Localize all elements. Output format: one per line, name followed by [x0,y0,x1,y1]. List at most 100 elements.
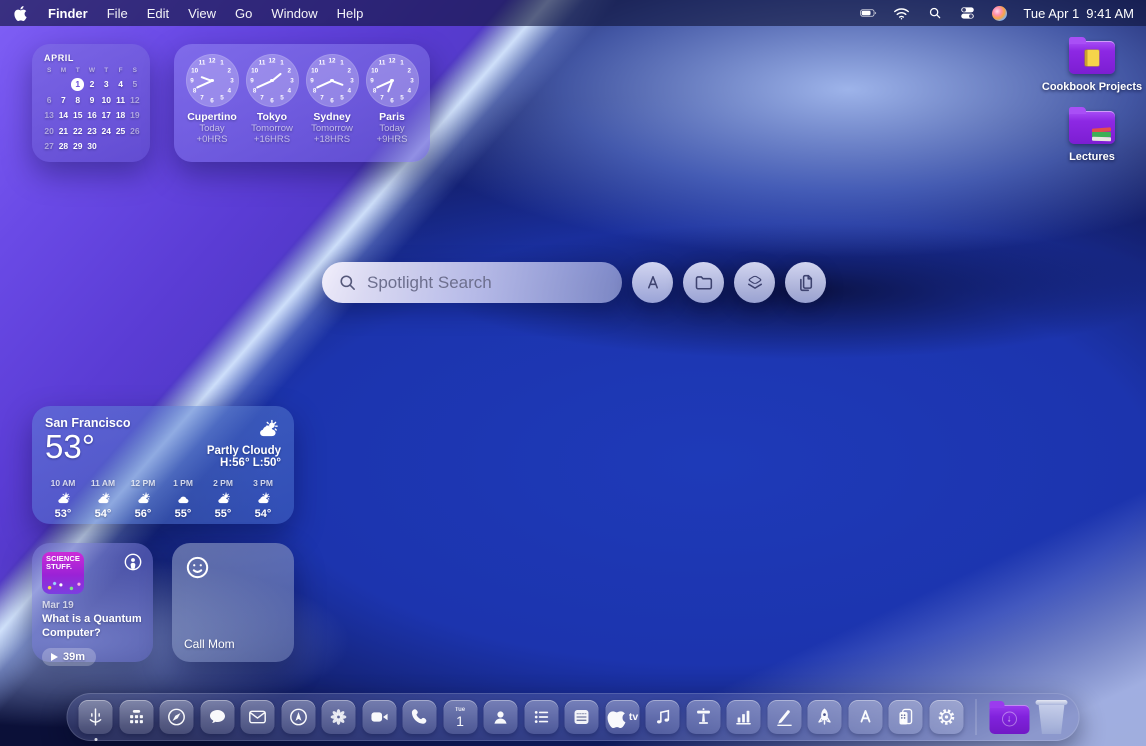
menu-item-go[interactable]: Go [235,6,252,21]
apple-logo-icon[interactable] [12,5,29,22]
quick-button-stack[interactable] [734,262,775,303]
clock-day: Tomorrow [251,123,293,134]
menubar-date[interactable]: Tue Apr 1 [1023,6,1079,21]
calendar-widget[interactable]: APRIL SMTWTFS123456789101112131415161718… [32,44,150,162]
battery-icon[interactable] [860,5,877,22]
dock-item-maps[interactable] [281,700,315,734]
calendar-day[interactable] [42,77,56,92]
finder-icon [85,706,107,728]
world-clock-paris[interactable]: 123456789101112 Paris Today +9HRS [363,54,421,152]
podcast-widget[interactable]: SCIENCESTUFF. Mar 19 What is a Quantum C… [32,543,153,662]
dock-item-app-store[interactable] [848,700,882,734]
podcast-play-button[interactable]: 39m [42,648,96,666]
calendar-day[interactable]: 7 [56,93,70,108]
menu-item-file[interactable]: File [107,6,128,21]
world-clock-tokyo[interactable]: 123456789101112 Tokyo Tomorrow +16HRS [243,54,301,152]
launchpad-icon [125,706,147,728]
menubar-time[interactable]: 9:41 AM [1086,6,1134,21]
spotlight-menu-icon[interactable] [926,5,943,22]
menu-item-edit[interactable]: Edit [147,6,169,21]
calendar-day[interactable]: 4 [113,77,127,92]
dock-item-numbers[interactable] [727,700,761,734]
partly-cloudy-icon [215,488,232,507]
clock-day: Today [379,123,404,134]
dock-item-keynote[interactable] [686,700,720,734]
dock-item-rocket[interactable] [808,700,842,734]
calendar-day[interactable]: 14 [56,108,70,123]
spotlight-search-input[interactable]: Spotlight Search [322,262,622,303]
calendar-day[interactable]: 8 [71,93,85,108]
dock-item-phone[interactable] [403,700,437,734]
calendar-day[interactable]: 25 [113,124,127,139]
calendar-day[interactable]: 11 [113,93,127,108]
dock-item-facetime[interactable] [362,700,396,734]
calendar-day[interactable]: 23 [85,124,99,139]
control-center-icon[interactable] [959,5,976,22]
calendar-day[interactable]: 5 [128,77,142,92]
dock-item-reminders[interactable] [524,700,558,734]
quick-button-folder[interactable] [683,262,724,303]
calendar-day[interactable]: 9 [85,93,99,108]
dock-item-trash[interactable] [1036,699,1068,735]
calendar-day[interactable] [56,77,70,92]
world-clock-sydney[interactable]: 123456789101112 Sydney Tomorrow +18HRS [303,54,361,152]
calendar-day[interactable] [99,139,113,154]
cloudy-icon [175,488,192,507]
calendar-day[interactable]: 29 [71,139,85,154]
quick-button-clipboard[interactable] [785,262,826,303]
calendar-day[interactable]: 22 [71,124,85,139]
calendar-day[interactable]: 19 [128,108,142,123]
calendar-day[interactable]: 27 [42,139,56,154]
desktop-folder-lectures[interactable]: Lectures [1040,106,1144,163]
calendar-day[interactable]: 12 [128,93,142,108]
calendar-day[interactable]: 15 [71,108,85,123]
dock-item-notes[interactable] [565,700,599,734]
calendar-day[interactable] [113,139,127,154]
calendar-day[interactable]: 21 [56,124,70,139]
wifi-icon[interactable] [893,5,910,22]
dock-item-photos[interactable] [322,700,356,734]
calendar-day[interactable]: 26 [128,124,142,139]
menu-item-view[interactable]: View [188,6,216,21]
calendar-day[interactable]: 30 [85,139,99,154]
clock-offset: +0HRS [197,134,228,145]
dock-item-iphone-mirroring[interactable] [889,700,923,734]
calendar-day[interactable]: 2 [85,77,99,92]
calendar-day[interactable]: 18 [113,108,127,123]
calendar-day[interactable]: 20 [42,124,56,139]
calendar-day[interactable]: 1 [71,77,85,92]
desktop-folder-cookbook-projects[interactable]: Cookbook Projects [1040,36,1144,93]
calendar-day[interactable]: 3 [99,77,113,92]
calendar-day[interactable]: 13 [42,108,56,123]
calendar-day[interactable]: 24 [99,124,113,139]
dock-item-contacts[interactable] [484,700,518,734]
menu-item-window[interactable]: Window [271,6,317,21]
dock-item-calendar[interactable]: Tue1 [443,700,477,734]
calendar-day[interactable]: 16 [85,108,99,123]
partly-cloudy-icon [135,488,152,507]
calendar-day[interactable]: 28 [56,139,70,154]
dock-item-messages[interactable] [200,700,234,734]
dock-item-tv[interactable]: tv [605,700,639,734]
weather-widget[interactable]: San Francisco 53° Partly Cloudy H:56° L:… [32,406,294,524]
dock-item-pages[interactable] [767,700,801,734]
calendar-day[interactable] [128,139,142,154]
menu-item-help[interactable]: Help [337,6,364,21]
dock-item-downloads-folder[interactable]: ↓ [989,705,1029,734]
dock-item-settings[interactable] [929,700,963,734]
calendar-day[interactable]: 6 [42,93,56,108]
world-clock-widget[interactable]: 123456789101112 Cupertino Today +0HRS 12… [174,44,430,162]
calendar-day-header: S [128,66,142,76]
siri-icon[interactable] [992,6,1007,21]
active-app-menu[interactable]: Finder [48,6,88,21]
shortcut-widget-call-mom[interactable]: Call Mom [172,543,294,662]
world-clock-cupertino[interactable]: 123456789101112 Cupertino Today +0HRS [183,54,241,152]
dock-item-launchpad[interactable] [119,700,153,734]
dock-item-music[interactable] [646,700,680,734]
dock-item-finder[interactable] [79,700,113,734]
dock-item-mail[interactable] [241,700,275,734]
calendar-day[interactable]: 10 [99,93,113,108]
dock-item-safari[interactable] [160,700,194,734]
calendar-day[interactable]: 17 [99,108,113,123]
quick-button-app-store[interactable] [632,262,673,303]
